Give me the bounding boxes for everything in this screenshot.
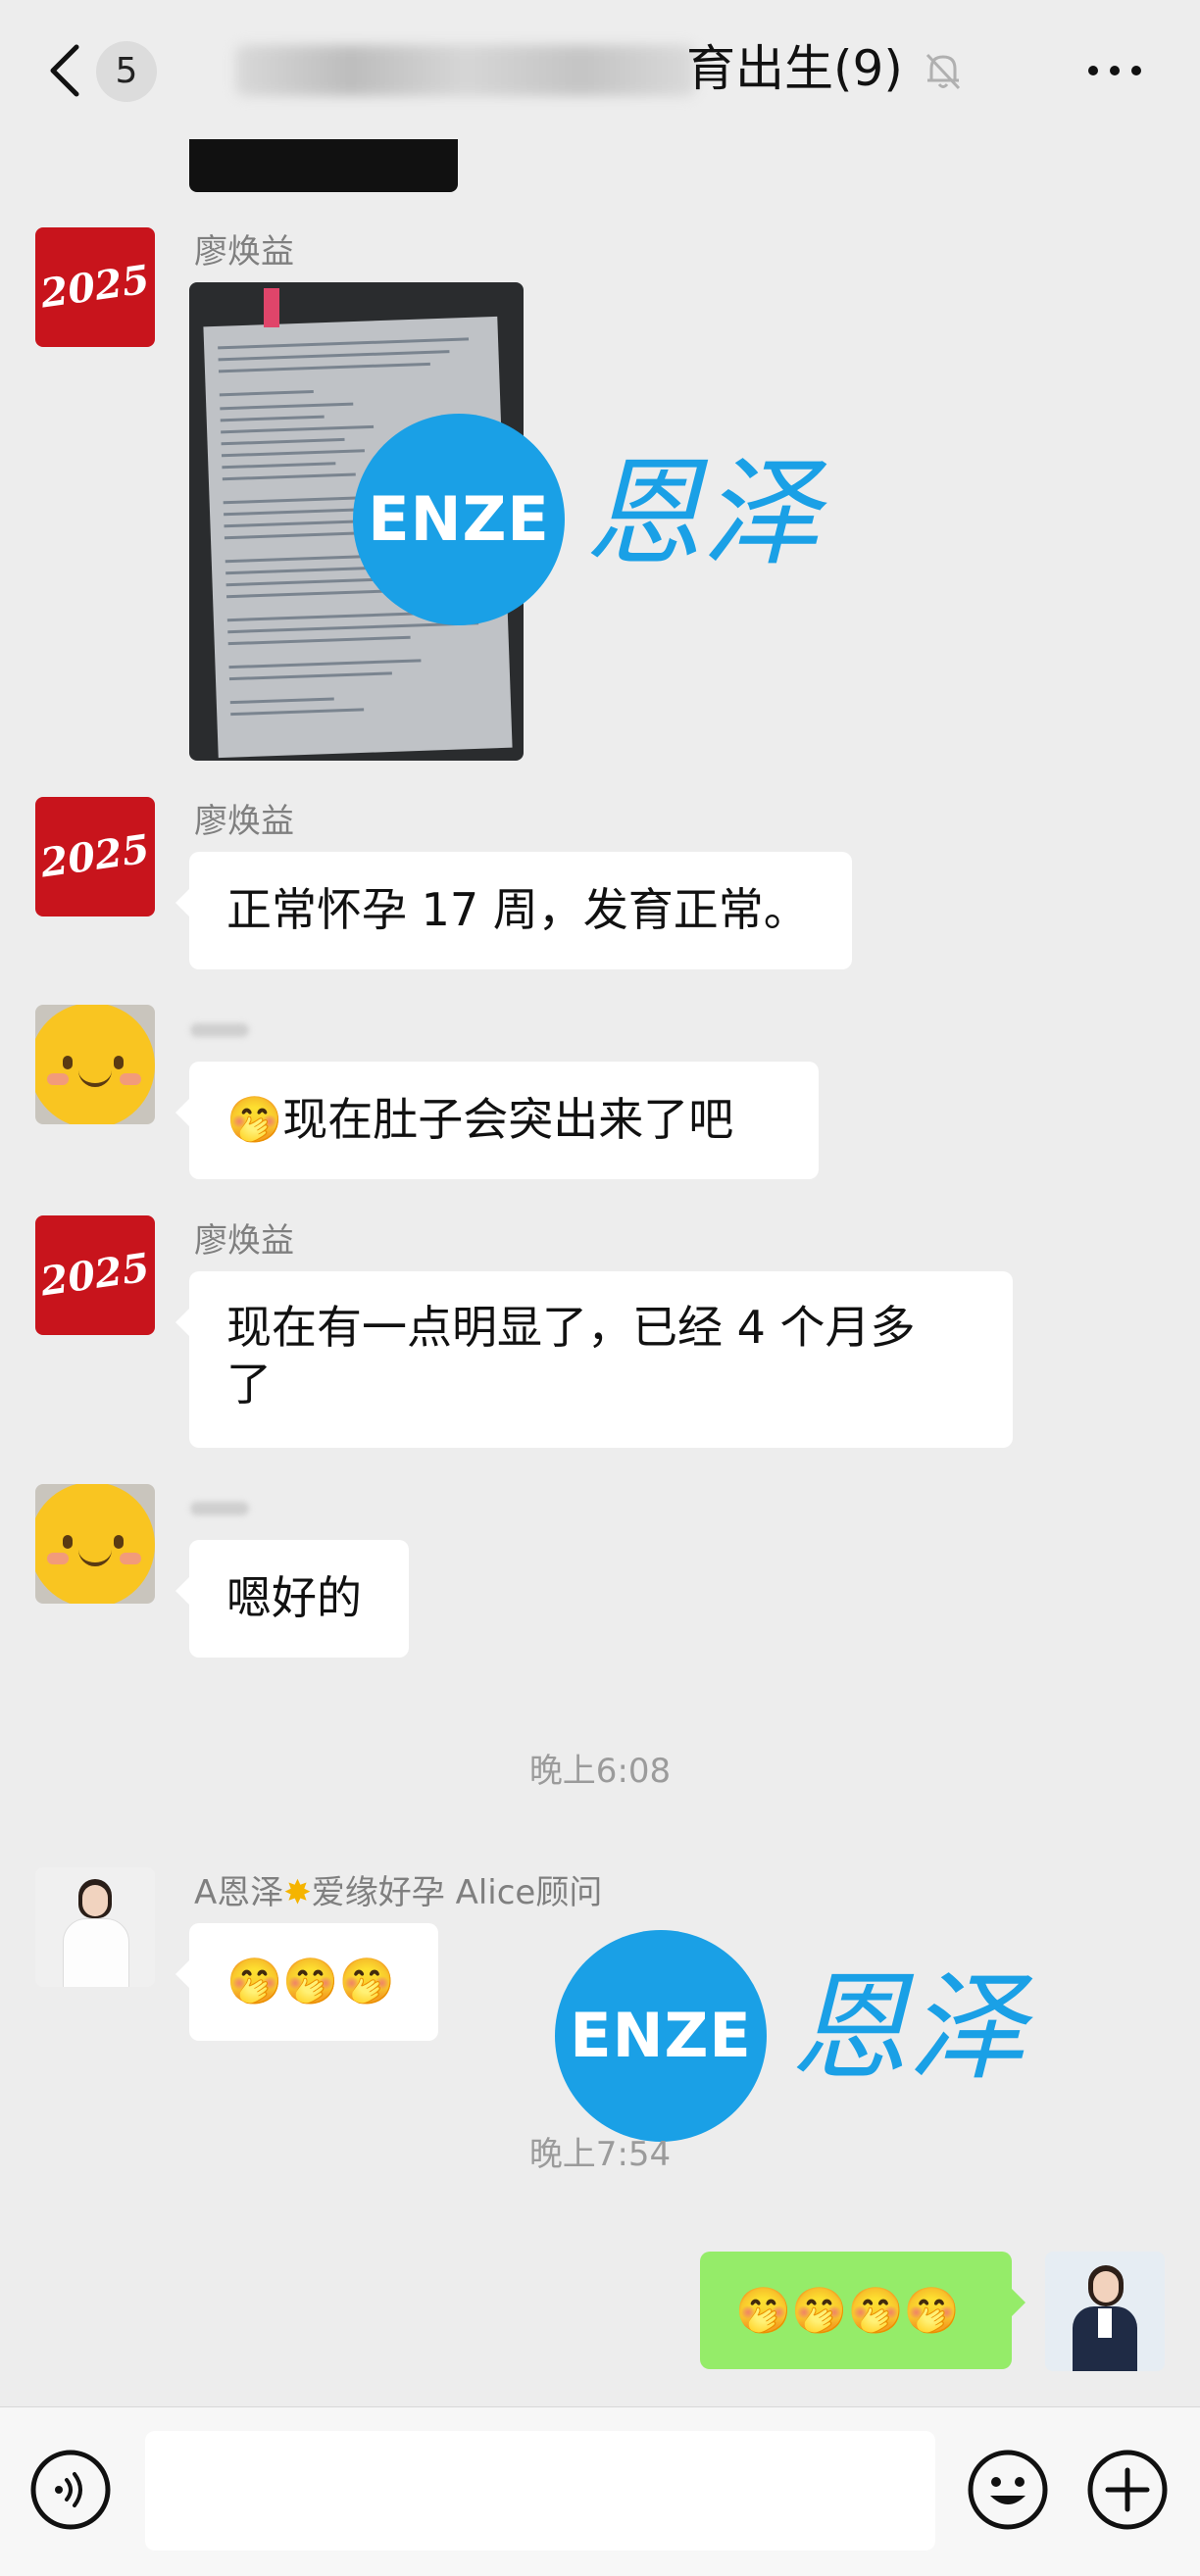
avatar[interactable]: 2025 <box>35 227 155 347</box>
message-bubble[interactable]: 🤭🤭🤭 <box>175 1923 438 2041</box>
message-bubble[interactable]: 正常怀孕 17 周，发育正常。 <box>175 852 852 969</box>
back-chevron-icon[interactable] <box>45 43 84 98</box>
previous-image-fragment[interactable] <box>189 139 458 192</box>
sender-name: 廖焕益 <box>194 1221 294 1261</box>
timestamp: 晚上6:08 <box>528 1752 672 1791</box>
avatar[interactable] <box>35 1484 155 1604</box>
avatar[interactable]: 2025 <box>35 1215 155 1335</box>
message-input[interactable] <box>145 2431 935 2551</box>
message-bubble[interactable]: 嗯好的 <box>175 1540 409 1658</box>
emoji-icon[interactable] <box>967 2449 1049 2531</box>
watermark-logo-circle: ENZE <box>555 1930 767 2142</box>
sender-name-blurred <box>190 1023 249 1037</box>
unread-count-badge[interactable]: 5 <box>96 41 157 102</box>
avatar[interactable] <box>35 1005 155 1124</box>
sparkle-icon: ✸ <box>283 1873 312 1912</box>
watermark-logo-circle: ENZE <box>353 414 565 625</box>
sender-name: A恩泽✸爱缘好孕 Alice顾问 <box>194 1873 603 1912</box>
chat-header: 5 育出生(9) <box>0 0 1200 139</box>
self-avatar[interactable] <box>1045 2252 1165 2371</box>
message-bubble[interactable]: 现在有一点明显了，已经 4 个月多 了 <box>175 1271 1013 1448</box>
sender-name: 廖焕益 <box>194 802 294 841</box>
pink-tab <box>264 288 279 327</box>
avatar[interactable]: 2025 <box>35 797 155 916</box>
title-blurred-region <box>235 45 696 96</box>
timestamp: 晚上7:54 <box>528 2135 672 2174</box>
chat-title: 育出生(9) <box>686 40 903 97</box>
message-bubble[interactable]: 🤭现在肚子会突出来了吧 <box>175 1062 819 1179</box>
self-message-bubble[interactable]: 🤭🤭🤭🤭 <box>700 2252 1025 2369</box>
sender-name-blurred <box>190 1502 249 1515</box>
watermark-chinese-name: 恩泽 <box>584 446 820 582</box>
sender-name: 廖焕益 <box>194 232 294 272</box>
watermark-chinese-name: 恩泽 <box>790 1960 1025 2097</box>
mute-bell-icon <box>925 53 961 90</box>
avatar[interactable] <box>35 1867 155 1987</box>
add-plus-icon[interactable] <box>1086 2449 1169 2531</box>
voice-input-icon[interactable] <box>29 2449 112 2531</box>
more-options-icon[interactable] <box>1083 57 1146 84</box>
